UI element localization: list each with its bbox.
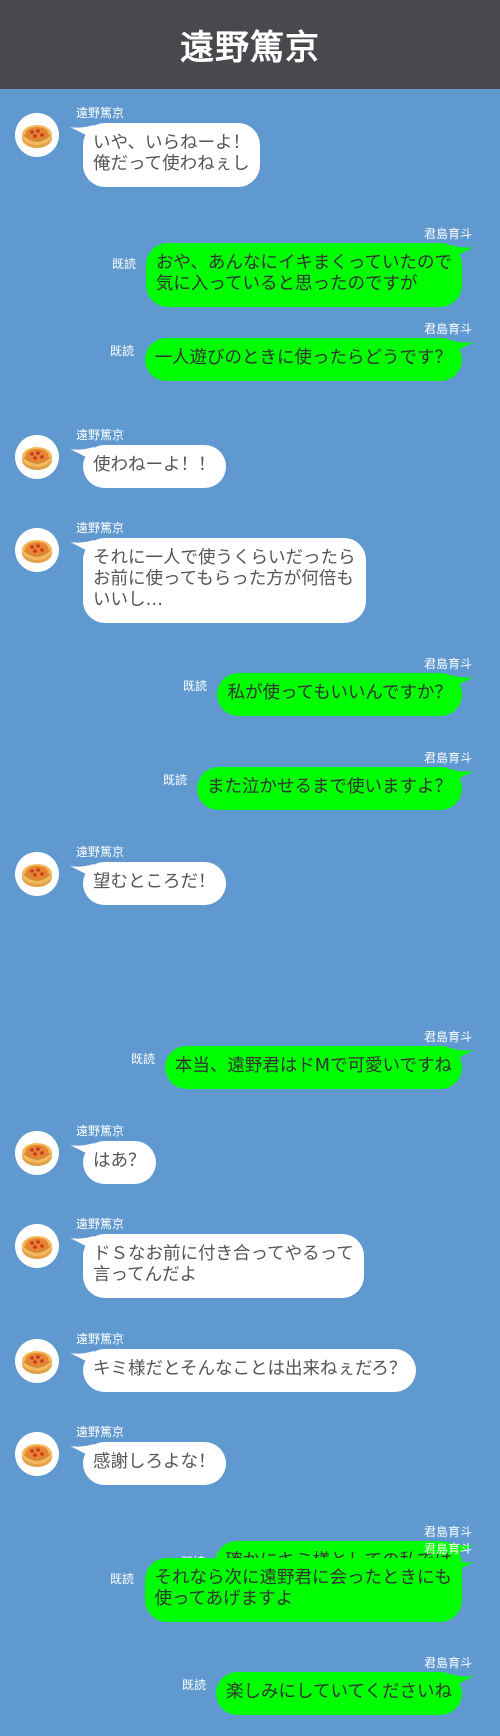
sender-name: 君島育斗 — [423, 1525, 472, 1539]
message-bubble[interactable]: また泣かせるまで使いますよ？ — [197, 767, 462, 810]
pie-icon[interactable] — [15, 852, 59, 896]
chat-area[interactable]: 遠野篤京 いや、いらねーよ！ 俺だって使わねぇし 君島育斗 おや、あんなにイキまくって… — [0, 89, 500, 1736]
pie-icon[interactable] — [15, 435, 59, 479]
read-receipt: 既読 — [110, 1572, 135, 1586]
sender-name: 君島育斗 — [423, 1542, 472, 1556]
sender-name: 遠野篤京 — [76, 845, 125, 859]
sender-name: 遠野篤京 — [76, 1124, 125, 1138]
read-receipt: 既読 — [112, 257, 137, 271]
sender-name: 君島育斗 — [423, 227, 472, 241]
sender-name: 遠野篤京 — [76, 1217, 125, 1231]
chat-header: 遠野篤京 — [0, 0, 500, 89]
sender-name: 君島育斗 — [423, 657, 472, 671]
message-bubble[interactable]: 使わねーよ！！ — [83, 445, 226, 488]
sender-name: 遠野篤京 — [76, 1332, 125, 1346]
message-bubble[interactable]: 私が使ってもいいんですか？ — [217, 673, 462, 716]
chat-title: 遠野篤京 — [180, 28, 320, 68]
read-receipt: 既読 — [183, 679, 208, 693]
message-bubble[interactable]: キミ様だとそんなことは出来ねぇだろ？ — [83, 1349, 417, 1392]
message-bubble[interactable]: いや、いらねーよ！ 俺だって使わねぇし — [83, 123, 260, 187]
message-bubble[interactable]: 望むところだ！ — [83, 862, 226, 905]
pie-icon[interactable] — [15, 1432, 59, 1476]
message-bubble[interactable]: 楽しみにしていてくださいね — [216, 1672, 462, 1715]
message-bubble[interactable]: はあ？ — [83, 1141, 156, 1184]
read-receipt: 既読 — [110, 344, 135, 358]
pie-icon[interactable] — [15, 113, 59, 157]
sender-name: 君島育斗 — [423, 322, 472, 336]
message-bubble[interactable]: 本当、遠野君はドMで可愛いですね — [164, 1046, 462, 1089]
sender-name: 遠野篤京 — [76, 428, 125, 442]
message-bubble[interactable]: 感謝しろよな！ — [83, 1442, 226, 1485]
message-bubble[interactable]: おや、あんなにイキまくっていたので 気に入っていると思ったのですが — [145, 243, 462, 307]
pie-icon[interactable] — [15, 528, 59, 572]
message-bubble[interactable]: それに一人で使うくらいだったら お前に使ってもらった方が何倍も いいし… — [83, 538, 366, 623]
sender-name: 君島育斗 — [423, 1656, 472, 1670]
read-receipt: 既読 — [131, 1052, 156, 1066]
pie-icon[interactable] — [15, 1131, 59, 1175]
read-receipt: 既読 — [163, 773, 188, 787]
sender-name: 君島育斗 — [423, 751, 472, 765]
sender-name: 遠野篤京 — [76, 1425, 125, 1439]
pie-icon[interactable] — [15, 1339, 59, 1383]
sender-name: 君島育斗 — [423, 1030, 472, 1044]
sender-name: 遠野篤京 — [76, 106, 125, 120]
message-bubble[interactable]: 一人遊びのときに使ったらどうです？ — [144, 338, 462, 381]
read-receipt: 既読 — [182, 1678, 207, 1692]
sender-name: 遠野篤京 — [76, 521, 125, 535]
message-bubble[interactable]: それなら次に遠野君に会ったときにも 使ってあげますよ — [144, 1558, 462, 1622]
message-bubble[interactable]: ドＳなお前に付き合ってやるって 言ってんだよ — [83, 1234, 364, 1298]
pie-icon[interactable] — [15, 1224, 59, 1268]
